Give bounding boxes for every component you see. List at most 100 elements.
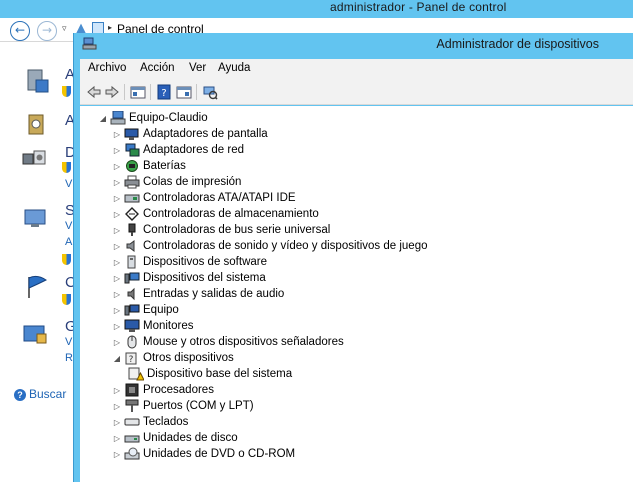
expand-arrow-icon[interactable]: ▷ (112, 210, 122, 219)
tree-item-label: Colas de impresión (143, 176, 242, 188)
tree-root[interactable]: ◢ Equipo-Claudio (98, 110, 208, 126)
expand-arrow-icon[interactable]: ▷ (112, 274, 122, 283)
usb-controller-icon (128, 223, 136, 236)
processor-icon (125, 383, 139, 397)
expand-arrow-icon[interactable]: ▷ (112, 322, 122, 331)
tree-item-system-devices[interactable]: ▷ Dispositivos del sistema (112, 270, 266, 286)
computer-icon (124, 304, 140, 316)
expand-arrow-icon[interactable]: ▷ (112, 162, 122, 171)
display-adapter-icon (124, 128, 139, 140)
tree-item-ports[interactable]: ▷ Puertos (COM y LPT) (112, 398, 254, 414)
tree-item-base-system-device[interactable]: Dispositivo base del sistema (126, 366, 292, 382)
tree-item-label: Controladoras ATA/ATAPI IDE (143, 192, 296, 204)
svg-text:?: ? (161, 88, 166, 99)
tree-item-label: Dispositivos del sistema (143, 272, 266, 284)
tree-item-label: Unidades de disco (143, 432, 238, 444)
category-link-3[interactable]: V (65, 178, 72, 190)
tree-item-network-adapters[interactable]: ▷ Adaptadores de red (112, 142, 244, 158)
unknown-device-warning-icon (128, 367, 144, 381)
expand-arrow-icon[interactable]: ▷ (112, 242, 122, 251)
expand-arrow-icon[interactable]: ▷ (112, 306, 122, 315)
collapse-arrow-icon[interactable]: ◢ (98, 114, 108, 123)
user-accounts-icon[interactable] (24, 112, 50, 138)
expand-arrow-icon[interactable]: ▷ (112, 402, 122, 411)
expand-arrow-icon[interactable]: ▷ (112, 450, 122, 459)
menu-ayuda[interactable]: Ayuda (218, 62, 250, 74)
tree-item-other-devices[interactable]: ◢ ? Otros dispositivos (112, 350, 234, 366)
view-details-icon[interactable] (176, 84, 192, 100)
uac-shield-icon (62, 294, 71, 305)
expand-arrow-icon[interactable]: ▷ (112, 434, 122, 443)
action-center-flag-icon[interactable] (24, 274, 50, 300)
toolbar-separator (196, 84, 197, 100)
menu-archivo[interactable]: Archivo (88, 62, 126, 74)
monitor-icon (124, 319, 140, 332)
back-button[interactable]: ← (10, 21, 30, 41)
sound-icon (126, 240, 135, 252)
uac-shield-icon (62, 86, 71, 97)
printer-icon (124, 175, 140, 189)
tree-item-audio-io[interactable]: ▷ Entradas y salidas de audio (112, 286, 284, 302)
recent-locations-icon[interactable]: ▿ (62, 24, 67, 34)
back-arrow-icon[interactable] (86, 84, 102, 100)
menu-accion[interactable]: Acción (140, 62, 175, 74)
collapse-arrow-icon[interactable]: ◢ (112, 354, 122, 363)
expand-arrow-icon[interactable]: ▷ (112, 178, 122, 187)
tree-item-label: Controladoras de sonido y vídeo y dispos… (143, 240, 428, 252)
breadcrumb-chevron-icon[interactable]: ▸ (108, 23, 112, 32)
expand-arrow-icon[interactable]: ▷ (112, 290, 122, 299)
tree-item-sound-controllers[interactable]: ▷ Controladoras de sonido y vídeo y disp… (112, 238, 427, 254)
tree-item-monitors[interactable]: ▷ Monitores (112, 318, 194, 334)
expand-arrow-icon[interactable]: ▷ (112, 338, 122, 347)
uac-shield-icon (62, 254, 71, 265)
dvd-drive-icon (124, 447, 140, 460)
tree-item-label: Baterías (143, 160, 186, 172)
forward-button[interactable]: → (37, 21, 57, 41)
tree-item-label: Equipo (143, 304, 179, 316)
expand-arrow-icon[interactable]: ▷ (112, 258, 122, 267)
tree-root-label: Equipo-Claudio (129, 112, 208, 124)
programs-icon[interactable] (22, 322, 48, 348)
category-link-6a[interactable]: V (65, 336, 72, 348)
menu-ver[interactable]: Ver (189, 62, 206, 74)
tree-item-dvd-drives[interactable]: ▷ Unidades de DVD o CD-ROM (112, 446, 295, 462)
search-help-link[interactable]: Buscar (29, 387, 66, 401)
expand-arrow-icon[interactable]: ▷ (112, 130, 122, 139)
expand-arrow-icon[interactable]: ▷ (112, 418, 122, 427)
toolbar: ? (80, 79, 633, 105)
system-security-icon[interactable] (24, 68, 50, 94)
tree-item-print-queues[interactable]: ▷ Colas de impresión (112, 174, 241, 190)
forward-arrow-icon[interactable] (104, 84, 120, 100)
tree-item-ide-controllers[interactable]: ▷ Controladoras ATA/ATAPI IDE (112, 190, 296, 206)
tree-item-display-adapters[interactable]: ▷ Adaptadores de pantalla (112, 126, 268, 142)
category-link-4b[interactable]: A (65, 236, 72, 248)
tree-item-batteries[interactable]: ▷ Baterías (112, 158, 186, 174)
device-manager-title: Administrador de dispositivos (436, 37, 599, 51)
expand-arrow-icon[interactable]: ▷ (112, 146, 122, 155)
tree-item-computer[interactable]: ▷ Equipo (112, 302, 179, 318)
software-device-icon (127, 255, 136, 269)
tree-item-mice[interactable]: ▷ Mouse y otros dispositivos señaladores (112, 334, 344, 350)
show-hide-tree-icon[interactable] (130, 84, 146, 100)
tree-item-disk-drives[interactable]: ▷ Unidades de disco (112, 430, 238, 446)
tree-item-usb-controllers[interactable]: ▷ Controladoras de bus serie universal (112, 222, 330, 238)
expand-arrow-icon[interactable]: ▷ (112, 386, 122, 395)
tree-item-storage-controllers[interactable]: ▷ Controladoras de almacenamiento (112, 206, 319, 222)
appearance-icon[interactable] (22, 206, 48, 232)
toolbar-separator (150, 84, 151, 100)
help-icon[interactable]: ? (14, 389, 26, 401)
expand-arrow-icon[interactable]: ▷ (112, 194, 122, 203)
hardware-sound-icon[interactable] (20, 146, 46, 172)
expand-arrow-icon[interactable]: ▷ (112, 226, 122, 235)
category-link-6b[interactable]: R (65, 352, 73, 364)
mouse-icon (127, 335, 137, 349)
battery-icon (126, 160, 138, 172)
properties-icon[interactable]: ? (156, 84, 172, 100)
scan-hardware-icon[interactable] (202, 84, 218, 100)
tree-item-keyboards[interactable]: ▷ Teclados (112, 414, 188, 430)
other-devices-icon: ? (125, 352, 137, 365)
tree-item-processors[interactable]: ▷ Procesadores (112, 382, 214, 398)
tree-item-software-devices[interactable]: ▷ Dispositivos de software (112, 254, 267, 270)
category-link-4a[interactable]: V (65, 220, 72, 232)
tree-item-label: Otros dispositivos (143, 352, 234, 364)
